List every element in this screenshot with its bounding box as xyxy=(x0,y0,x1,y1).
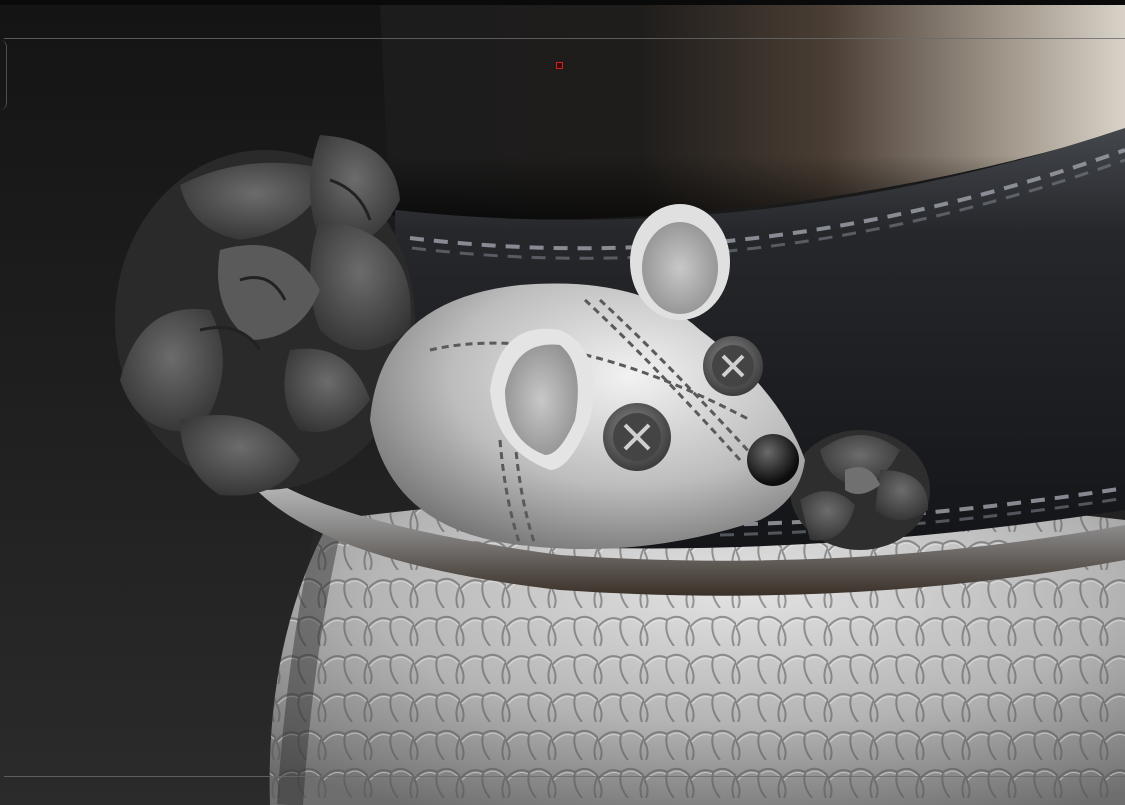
mouse-eye-button-left xyxy=(603,403,671,471)
small-flower[interactable] xyxy=(790,430,930,550)
large-flower[interactable] xyxy=(115,135,415,496)
sculpt-viewport[interactable] xyxy=(0,0,1125,805)
scene-render[interactable] xyxy=(0,0,1125,805)
mouse-nose xyxy=(747,434,799,486)
viewport-edge-arc xyxy=(0,40,7,110)
canvas-guide-top xyxy=(4,38,1125,39)
mouse-ear-back xyxy=(630,204,730,320)
transform-marker-icon[interactable] xyxy=(556,62,563,69)
mouse-eye-button-right xyxy=(703,336,763,396)
canvas-guide-bottom xyxy=(4,776,1125,777)
